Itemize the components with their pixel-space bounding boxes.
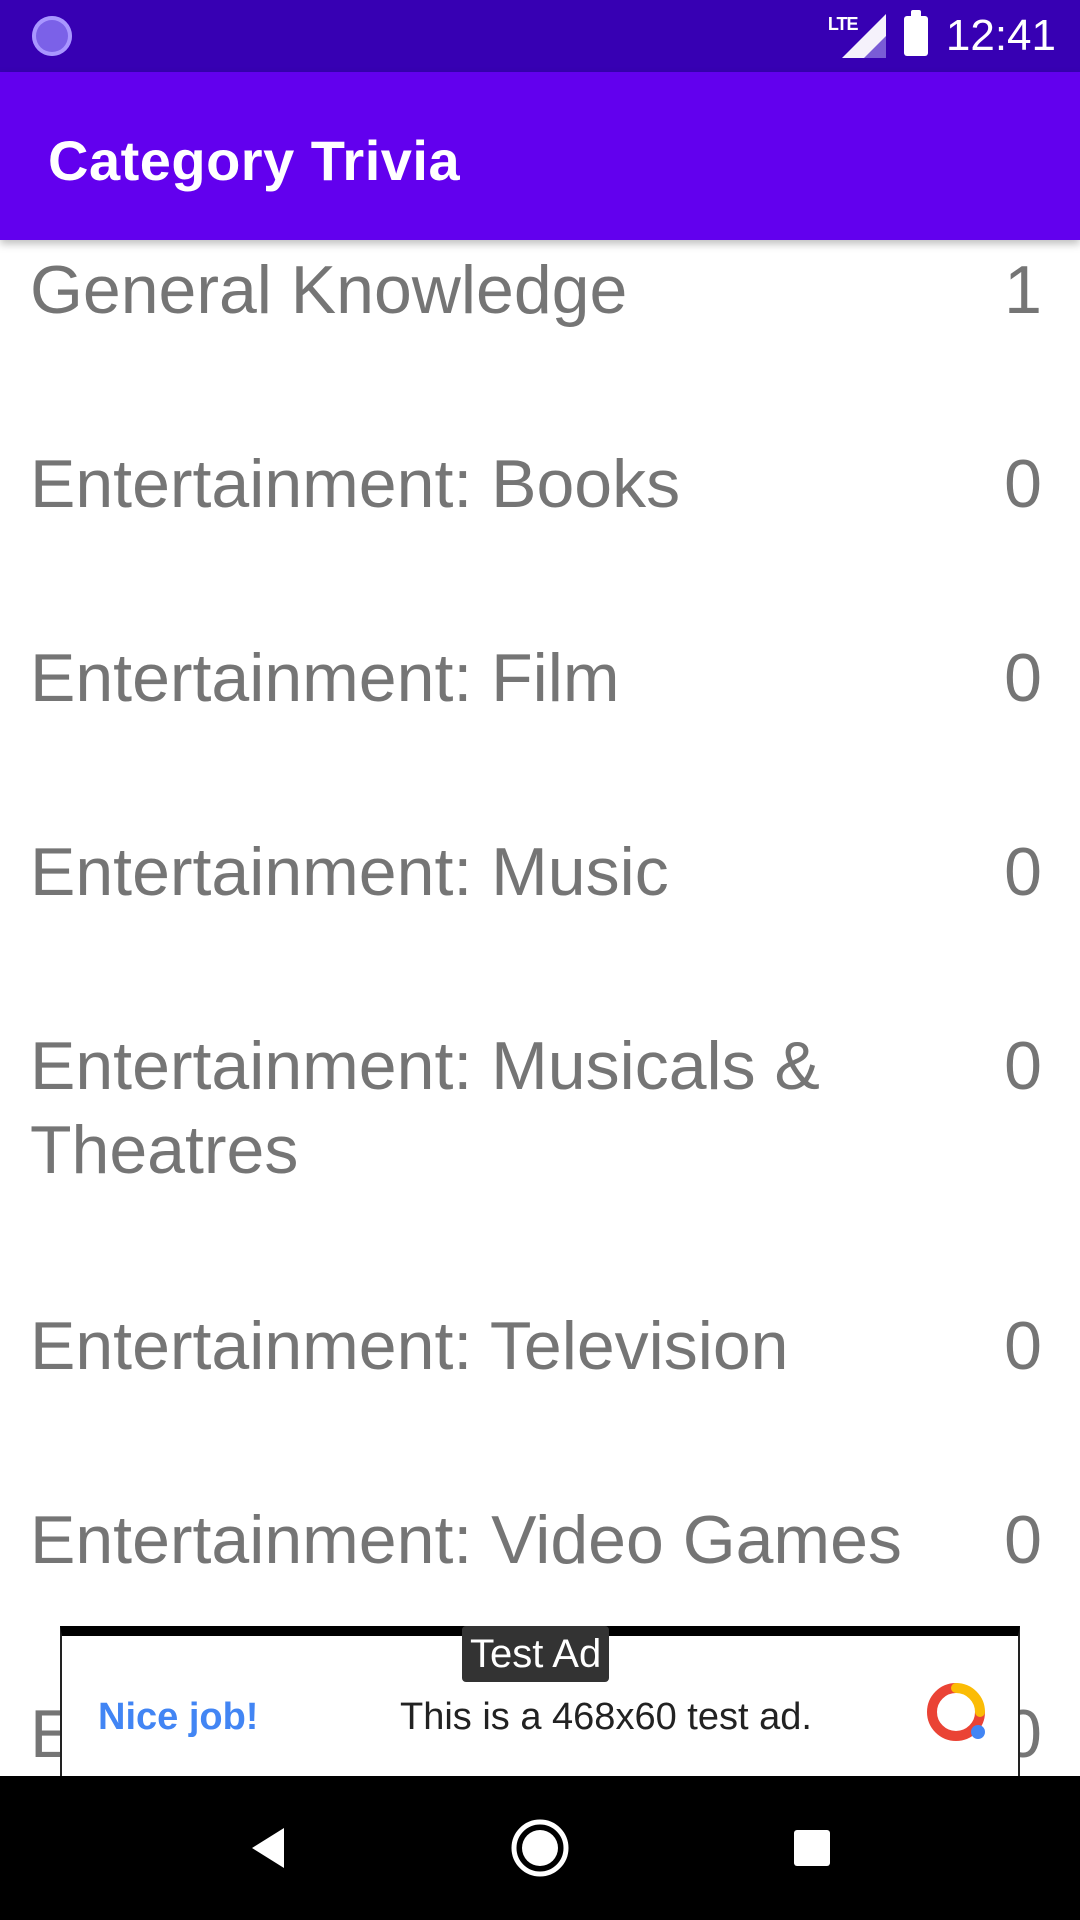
home-icon[interactable]: [504, 1812, 576, 1884]
category-name: Entertainment: Television: [30, 1308, 789, 1384]
category-name: Entertainment: Musicals & Theatres: [30, 1028, 820, 1188]
ad-tag: Test Ad: [462, 1626, 610, 1682]
category-name: Entertainment: Film: [30, 640, 620, 716]
ad-banner[interactable]: Test Ad Nice job! This is a 468x60 test …: [60, 1626, 1020, 1776]
app-bar: Category Trivia: [0, 72, 1080, 240]
category-row-books[interactable]: Entertainment: Books 0: [0, 442, 1080, 602]
category-row-general-knowledge[interactable]: General Knowledge 1: [0, 248, 1080, 408]
back-icon[interactable]: [232, 1812, 304, 1884]
category-count: 0: [1004, 1502, 1042, 1578]
category-count: 1: [1004, 252, 1042, 328]
status-icons: LTE 12:41: [828, 0, 1056, 72]
battery-icon: [903, 10, 928, 56]
category-count: 0: [1004, 640, 1042, 716]
navigation-bar: [0, 1776, 1080, 1920]
category-count: 0: [1004, 446, 1042, 522]
status-bar: LTE 12:41: [0, 0, 1080, 72]
category-count: 0: [1004, 1308, 1042, 1384]
category-row-television[interactable]: Entertainment: Television 0: [0, 1304, 1080, 1464]
category-row-musicals-theatres[interactable]: Entertainment: Musicals & Theatres 0: [0, 1024, 1080, 1224]
category-row-film[interactable]: Entertainment: Film 0: [0, 636, 1080, 796]
category-name: Entertainment: Books: [30, 446, 681, 522]
lte-signal-icon: LTE: [828, 14, 886, 58]
clock: 12:41: [945, 11, 1056, 60]
category-row-music[interactable]: Entertainment: Music 0: [0, 830, 1080, 990]
recents-icon[interactable]: [776, 1812, 848, 1884]
category-name: General Knowledge: [30, 252, 628, 328]
category-list[interactable]: General Knowledge 1 Entertainment: Books…: [0, 240, 1080, 1776]
ad-body[interactable]: This is a 468x60 test ad.: [400, 1696, 812, 1739]
category-name: Entertainment: Music: [30, 834, 669, 910]
notification-icon: [32, 16, 72, 56]
ad-headline[interactable]: Nice job!: [98, 1696, 258, 1739]
ad-logo-icon: [927, 1683, 985, 1741]
category-name: Entertainment: Video Games: [30, 1502, 902, 1578]
category-count: 0: [1004, 834, 1042, 910]
category-count: 0: [1004, 1028, 1042, 1104]
app-title: Category Trivia: [48, 129, 461, 192]
